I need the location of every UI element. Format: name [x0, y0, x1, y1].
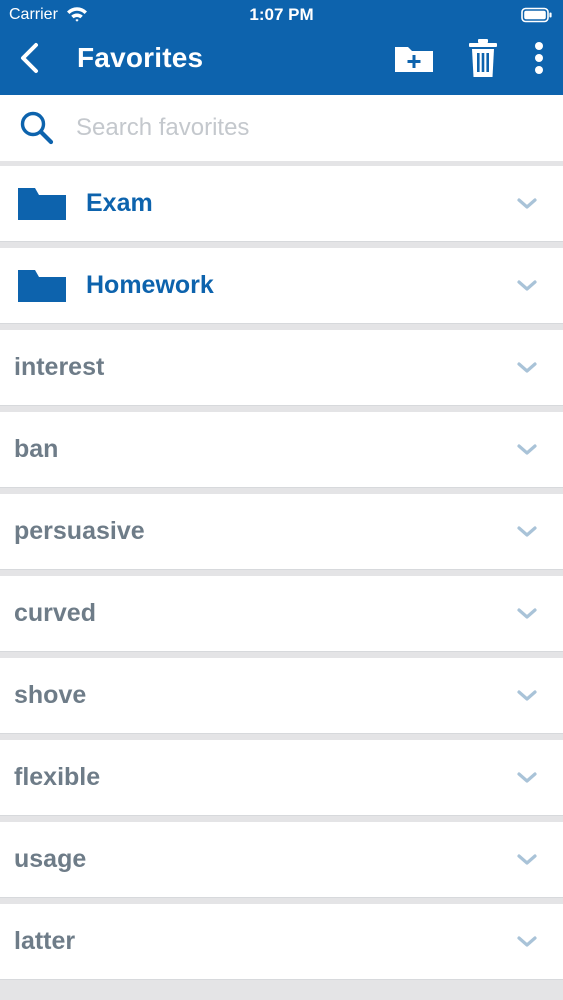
chevron-down-icon[interactable]	[516, 607, 538, 621]
trash-icon	[469, 39, 497, 77]
new-folder-button[interactable]	[392, 38, 436, 78]
folder-row-homework[interactable]: Homework	[0, 248, 563, 324]
chevron-down-icon[interactable]	[516, 525, 538, 539]
app-header: Carrier 1:07 PM Favorites	[0, 0, 563, 95]
chevron-down-icon[interactable]	[516, 935, 538, 949]
new-folder-icon	[395, 47, 433, 72]
word-label: usage	[14, 845, 87, 873]
word-label: persuasive	[14, 517, 145, 545]
chevron-left-icon	[21, 43, 38, 73]
nav-bar: Favorites	[0, 30, 563, 95]
folder-icon	[18, 270, 66, 302]
folder-label: Exam	[86, 189, 153, 217]
page-title: Favorites	[77, 42, 204, 73]
word-label: interest	[14, 353, 105, 381]
more-options-button[interactable]	[528, 38, 550, 78]
more-vertical-icon	[535, 42, 543, 74]
word-row[interactable]: ban	[0, 412, 563, 488]
word-row[interactable]: interest	[0, 330, 563, 406]
word-row[interactable]: usage	[0, 822, 563, 898]
word-label: ban	[14, 435, 59, 463]
word-row[interactable]: curved	[0, 576, 563, 652]
folder-row-exam[interactable]: Exam	[0, 166, 563, 242]
delete-button[interactable]	[466, 36, 500, 80]
word-label: shove	[14, 681, 87, 709]
search-input[interactable]	[74, 107, 548, 149]
chevron-down-icon[interactable]	[516, 853, 538, 867]
word-row[interactable]: shove	[0, 658, 563, 734]
folder-icon	[18, 188, 66, 220]
status-bar: Carrier 1:07 PM	[0, 0, 563, 30]
battery-icon	[521, 7, 552, 23]
word-row[interactable]: persuasive	[0, 494, 563, 570]
chevron-down-icon[interactable]	[516, 279, 538, 293]
search-bar	[0, 95, 563, 161]
word-row[interactable]: flexible	[0, 740, 563, 816]
chevron-down-icon[interactable]	[516, 443, 538, 457]
word-label: flexible	[14, 763, 101, 791]
word-row[interactable]: latter	[0, 904, 563, 980]
back-button[interactable]	[14, 38, 48, 78]
status-time: 1:07 PM	[249, 5, 314, 24]
word-label: latter	[14, 927, 76, 955]
chevron-down-icon[interactable]	[516, 771, 538, 785]
chevron-down-icon[interactable]	[516, 197, 538, 211]
favorites-list: Exam Homework interest ban persuasive cu…	[0, 166, 563, 986]
word-label: curved	[14, 599, 96, 627]
search-icon	[20, 111, 54, 145]
chevron-down-icon[interactable]	[516, 361, 538, 375]
chevron-down-icon[interactable]	[516, 689, 538, 703]
folder-label: Homework	[86, 271, 214, 299]
